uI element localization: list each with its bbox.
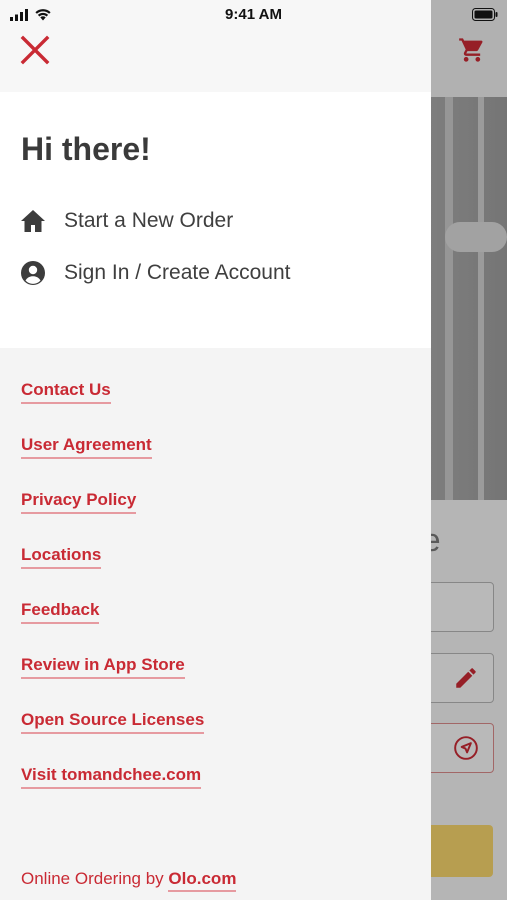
footer-credit: Online Ordering by Olo.com (21, 869, 237, 892)
home-icon (20, 208, 46, 234)
review-app-store-link[interactable]: Review in App Store (21, 655, 185, 679)
locations-link[interactable]: Locations (21, 545, 102, 569)
olo-link[interactable]: Olo.com (168, 869, 237, 892)
sign-in-item[interactable]: Sign In / Create Account (20, 256, 290, 290)
status-bar: 9:41 AM (0, 0, 507, 30)
greeting-heading: Hi there! (21, 131, 151, 167)
start-new-order-item[interactable]: Start a New Order (20, 204, 233, 238)
feedback-link[interactable]: Feedback (21, 600, 100, 624)
close-icon[interactable] (18, 33, 52, 67)
contact-us-link[interactable]: Contact Us (21, 380, 111, 404)
account-circle-icon (20, 260, 46, 286)
visit-website-link[interactable]: Visit tomandchee.com (21, 765, 202, 789)
sign-in-label: Sign In / Create Account (64, 261, 291, 284)
user-agreement-link[interactable]: User Agreement (21, 435, 152, 459)
navigation-drawer: Hi there! Start a New Order Sign In / Cr… (0, 0, 431, 900)
battery-icon (472, 8, 498, 21)
privacy-policy-link[interactable]: Privacy Policy (21, 490, 137, 514)
footer-prefix: Online Ordering by (21, 869, 164, 888)
start-new-order-label: Start a New Order (64, 209, 234, 232)
open-source-licenses-link[interactable]: Open Source Licenses (21, 710, 205, 734)
status-time: 9:41 AM (225, 6, 282, 23)
